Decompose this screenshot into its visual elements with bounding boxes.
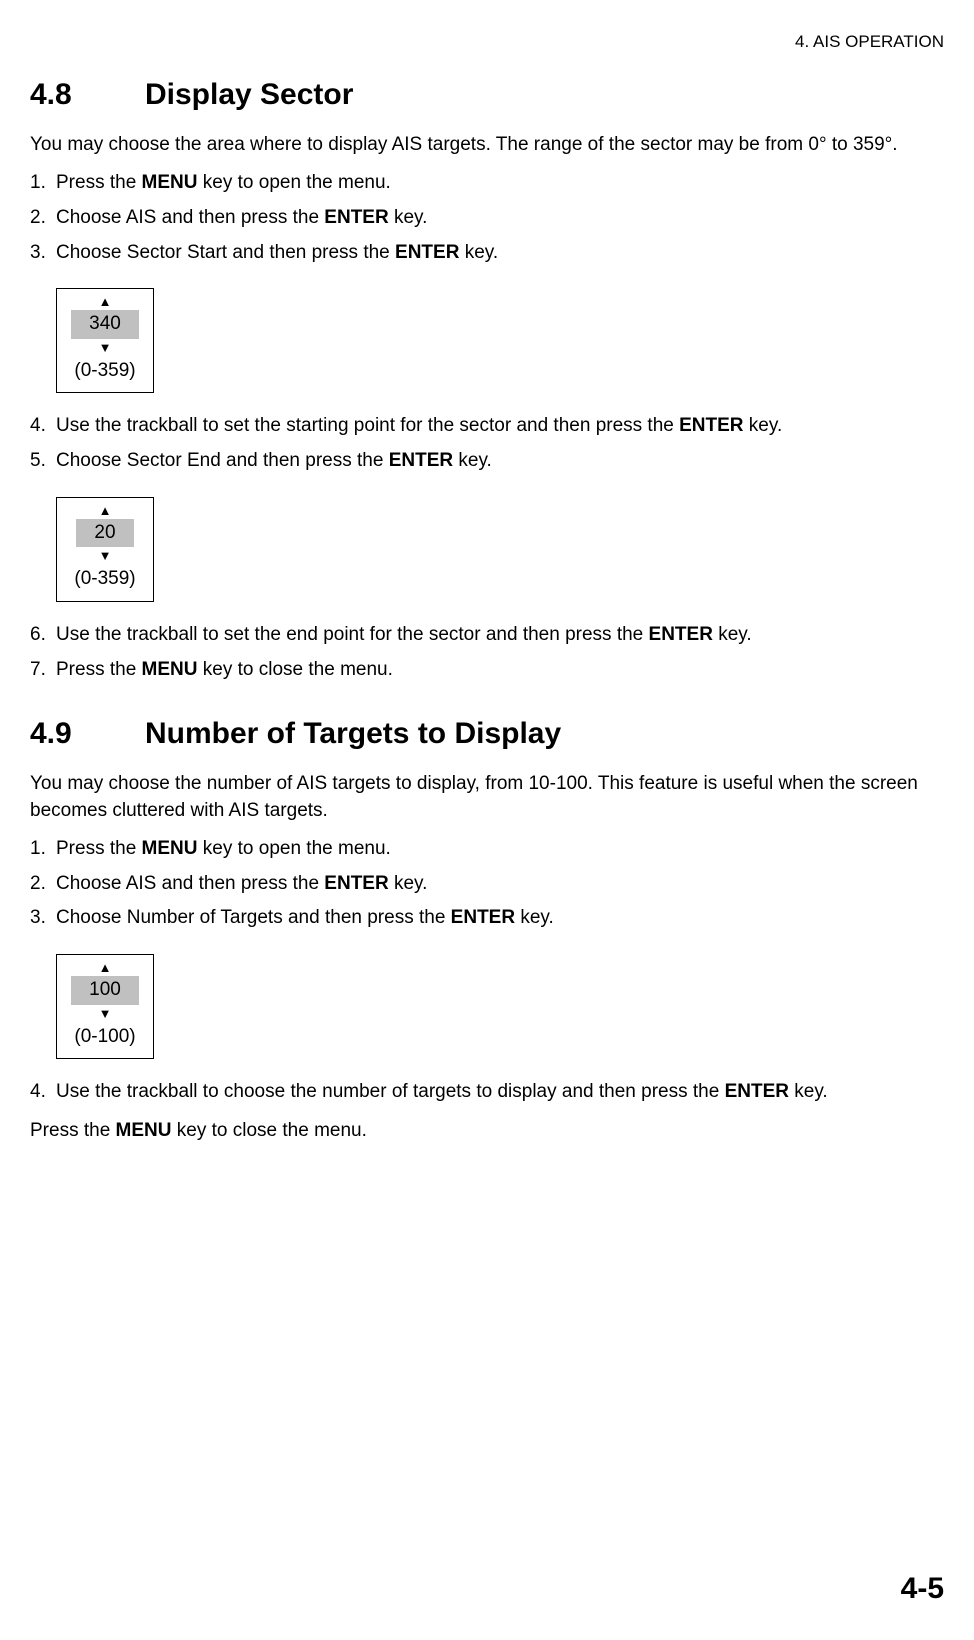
section-48-list-second: Use the trackball to set the starting po… [30, 413, 944, 474]
num-targets-input: ▲ 100 ▼ (0-100) [56, 954, 154, 1059]
step-4: Use the trackball to choose the number o… [30, 1079, 944, 1106]
enter-key: ENTER [679, 415, 743, 436]
step-2: Choose AIS and then press the ENTER key. [30, 205, 944, 232]
enter-key: ENTER [451, 907, 515, 928]
step-6: Use the trackball to set the end point f… [30, 622, 944, 649]
enter-key: ENTER [324, 207, 388, 228]
step-7: Press the MENU key to close the menu. [30, 657, 944, 684]
step-3: Choose Number of Targets and then press … [30, 905, 944, 932]
section-48-intro: You may choose the area where to display… [30, 132, 944, 159]
section-4-8-heading: 4.8Display Sector [30, 74, 944, 116]
sector-end-range: (0-359) [69, 566, 141, 593]
triangle-down-icon: ▼ [69, 549, 141, 562]
menu-key: MENU [142, 659, 198, 680]
menu-key: MENU [142, 172, 198, 193]
menu-key: MENU [116, 1120, 172, 1141]
section-number-49: 4.9 [30, 713, 145, 755]
section-title-48: Display Sector [145, 78, 353, 111]
step-2: Choose AIS and then press the ENTER key. [30, 871, 944, 898]
sector-end-value: 20 [76, 519, 133, 548]
step-1: Press the MENU key to open the menu. [30, 170, 944, 197]
triangle-up-icon: ▲ [69, 295, 141, 308]
section-49-list-first: Press the MENU key to open the menu. Cho… [30, 836, 944, 932]
triangle-down-icon: ▼ [69, 1007, 141, 1020]
triangle-up-icon: ▲ [69, 961, 141, 974]
enter-key: ENTER [395, 242, 459, 263]
step-1: Press the MENU key to open the menu. [30, 836, 944, 863]
page-number: 4-5 [901, 1568, 944, 1610]
menu-key: MENU [142, 838, 198, 859]
section-number-48: 4.8 [30, 74, 145, 116]
num-targets-value: 100 [71, 976, 139, 1005]
sector-end-input: ▲ 20 ▼ (0-359) [56, 497, 154, 602]
step-5: Choose Sector End and then press the ENT… [30, 448, 944, 475]
enter-key: ENTER [389, 450, 453, 471]
enter-key: ENTER [725, 1081, 789, 1102]
triangle-up-icon: ▲ [69, 504, 141, 517]
section-48-list-third: Use the trackball to set the end point f… [30, 622, 944, 683]
triangle-down-icon: ▼ [69, 341, 141, 354]
sector-start-value: 340 [71, 310, 139, 339]
sector-start-range: (0-359) [69, 358, 141, 385]
section-49-intro: You may choose the number of AIS targets… [30, 771, 944, 824]
section-48-list-first: Press the MENU key to open the menu. Cho… [30, 170, 944, 266]
section-49-list-second: Use the trackball to choose the number o… [30, 1079, 944, 1106]
sector-start-input: ▲ 340 ▼ (0-359) [56, 288, 154, 393]
section-4-9-heading: 4.9Number of Targets to Display [30, 713, 944, 755]
num-targets-range: (0-100) [69, 1024, 141, 1051]
section-title-49: Number of Targets to Display [145, 717, 561, 750]
enter-key: ENTER [324, 873, 388, 894]
header-chapter: 4. AIS OPERATION [30, 30, 944, 54]
step-4: Use the trackball to set the starting po… [30, 413, 944, 440]
enter-key: ENTER [649, 624, 713, 645]
step-3: Choose Sector Start and then press the E… [30, 240, 944, 267]
closing-text: Press the MENU key to close the menu. [30, 1118, 944, 1145]
